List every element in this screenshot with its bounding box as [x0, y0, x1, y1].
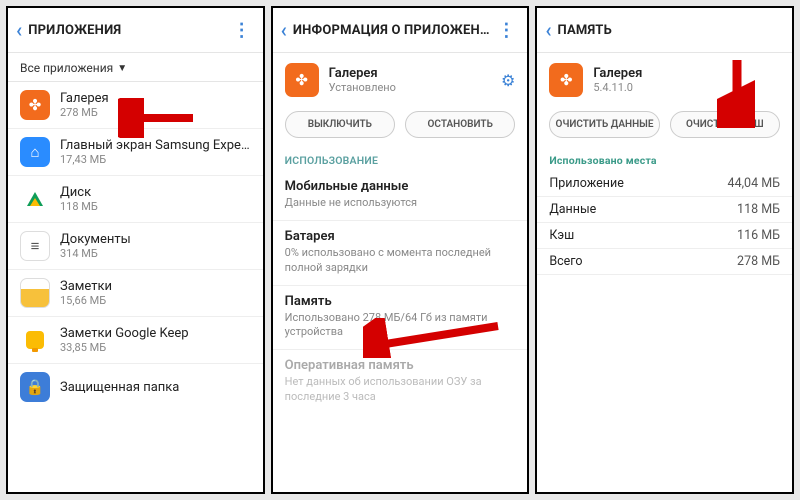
clear-data-button[interactable]: ОЧИСТИТЬ ДАННЫЕ [549, 111, 659, 138]
app-size: 118 МБ [60, 200, 251, 213]
info-title: Батарея [285, 229, 516, 244]
kv-value: 278 МБ [737, 254, 780, 269]
header: ‹ ИНФОРМАЦИЯ О ПРИЛОЖЕНИИ ⋮ [273, 8, 528, 53]
action-buttons: ВЫКЛЮЧИТЬ ОСТАНОВИТЬ [273, 107, 528, 148]
storage-breakdown: Приложение 44,04 МБ Данные 118 МБ Кэш 11… [537, 171, 792, 275]
app-name: Заметки Google Keep [60, 326, 251, 341]
info-sub: 0% использовано с момента последней полн… [285, 246, 516, 275]
app-name: Защищенная папка [60, 380, 251, 395]
kv-key: Данные [549, 202, 596, 217]
app-row-samsung-home[interactable]: ⌂ Главный экран Samsung Experie.. 17,43 … [8, 128, 263, 175]
app-row-secure-folder[interactable]: 🔒 Защищенная папка [8, 363, 263, 410]
keep-icon [20, 325, 50, 355]
page-title: ПРИЛОЖЕНИЯ [28, 23, 228, 38]
app-name: Заметки [60, 279, 251, 294]
app-header: ✤ Галерея 5.4.11.0 [537, 53, 792, 107]
info-row-storage[interactable]: Память Использовано 278 МБ/64 Гб из памя… [273, 285, 528, 350]
header: ‹ ПРИЛОЖЕНИЯ ⋮ [8, 8, 263, 53]
info-sub: Использовано 278 МБ/64 Гб из памяти устр… [285, 311, 516, 340]
gallery-icon: ✤ [285, 63, 319, 97]
pane-applications: ‹ ПРИЛОЖЕНИЯ ⋮ Все приложения ▼ ✤ Галере… [6, 6, 265, 494]
info-title: Оперативная память [285, 358, 516, 373]
kv-key: Приложение [549, 176, 624, 191]
back-icon[interactable]: ‹ [279, 18, 293, 42]
info-sub: Нет данных об использовании ОЗУ за после… [285, 375, 516, 404]
app-row-keep[interactable]: Заметки Google Keep 33,85 МБ [8, 316, 263, 363]
header: ‹ ПАМЯТЬ [537, 8, 792, 53]
app-row-gallery[interactable]: ✤ Галерея 278 МБ [8, 82, 263, 128]
app-size: 314 МБ [60, 247, 251, 260]
app-name: Галерея [60, 91, 251, 106]
kv-key: Кэш [549, 228, 574, 243]
info-sub: Данные не используются [285, 196, 516, 210]
app-name: Галерея [593, 66, 780, 81]
app-size: 278 МБ [60, 106, 251, 119]
pane-app-info: ‹ ИНФОРМАЦИЯ О ПРИЛОЖЕНИИ ⋮ ✤ Галерея Ус… [271, 6, 530, 494]
back-icon[interactable]: ‹ [14, 18, 28, 42]
pane-storage: ‹ ПАМЯТЬ ✤ Галерея 5.4.11.0 ОЧИСТИТЬ ДАН… [535, 6, 794, 494]
app-name: Галерея [329, 66, 501, 81]
notes-icon [20, 278, 50, 308]
clear-cache-button[interactable]: ОЧИСТИТЬ КЭШ [670, 111, 780, 138]
kv-value: 44,04 МБ [728, 176, 780, 191]
space-used-label: Использовано места [537, 148, 792, 171]
app-size: 33,85 МБ [60, 341, 251, 354]
chevron-down-icon: ▼ [117, 63, 127, 74]
secure-folder-icon: 🔒 [20, 372, 50, 402]
info-list: Мобильные данные Данные не используются … [273, 171, 528, 414]
app-header: ✤ Галерея Установлено ⚙ [273, 53, 528, 107]
page-title: ПАМЯТЬ [558, 23, 784, 38]
app-row-documents[interactable]: ≡ Документы 314 МБ [8, 222, 263, 269]
kv-row-app: Приложение 44,04 МБ [537, 171, 792, 197]
info-row-mobile-data[interactable]: Мобильные данные Данные не используются [273, 171, 528, 220]
app-size: 15,66 МБ [60, 294, 251, 307]
app-name: Диск [60, 185, 251, 200]
storage-buttons: ОЧИСТИТЬ ДАННЫЕ ОЧИСТИТЬ КЭШ [537, 107, 792, 148]
info-title: Мобильные данные [285, 179, 516, 194]
app-version: 5.4.11.0 [593, 81, 780, 94]
gallery-icon: ✤ [549, 63, 583, 97]
overflow-menu-icon[interactable]: ⋮ [493, 20, 519, 41]
back-icon[interactable]: ‹ [543, 18, 557, 42]
disable-button[interactable]: ВЫКЛЮЧИТЬ [285, 111, 395, 138]
page-title: ИНФОРМАЦИЯ О ПРИЛОЖЕНИИ [293, 23, 493, 38]
app-list: ✤ Галерея 278 МБ ⌂ Главный экран Samsung… [8, 82, 263, 492]
kv-row-total: Всего 278 МБ [537, 249, 792, 275]
info-title: Память [285, 294, 516, 309]
docs-icon: ≡ [20, 231, 50, 261]
force-stop-button[interactable]: ОСТАНОВИТЬ [405, 111, 515, 138]
kv-row-data: Данные 118 МБ [537, 197, 792, 223]
info-row-battery[interactable]: Батарея 0% использовано с момента послед… [273, 220, 528, 285]
filter-label: Все приложения [20, 61, 113, 75]
home-icon: ⌂ [20, 137, 50, 167]
drive-icon [20, 184, 50, 214]
kv-value: 118 МБ [737, 202, 780, 217]
app-row-drive[interactable]: Диск 118 МБ [8, 175, 263, 222]
gallery-icon: ✤ [20, 90, 50, 120]
app-status: Установлено [329, 81, 501, 94]
app-size: 17,43 МБ [60, 153, 251, 166]
gear-icon[interactable]: ⚙ [501, 71, 515, 90]
kv-row-cache: Кэш 116 МБ [537, 223, 792, 249]
info-row-ram: Оперативная память Нет данных об использ… [273, 349, 528, 414]
kv-key: Всего [549, 254, 582, 269]
app-filter-dropdown[interactable]: Все приложения ▼ [8, 53, 263, 82]
app-name: Документы [60, 232, 251, 247]
usage-section-label: ИСПОЛЬЗОВАНИЕ [273, 148, 528, 171]
app-row-notes[interactable]: Заметки 15,66 МБ [8, 269, 263, 316]
app-name: Главный экран Samsung Experie.. [60, 138, 251, 153]
overflow-menu-icon[interactable]: ⋮ [229, 20, 255, 41]
kv-value: 116 МБ [737, 228, 780, 243]
